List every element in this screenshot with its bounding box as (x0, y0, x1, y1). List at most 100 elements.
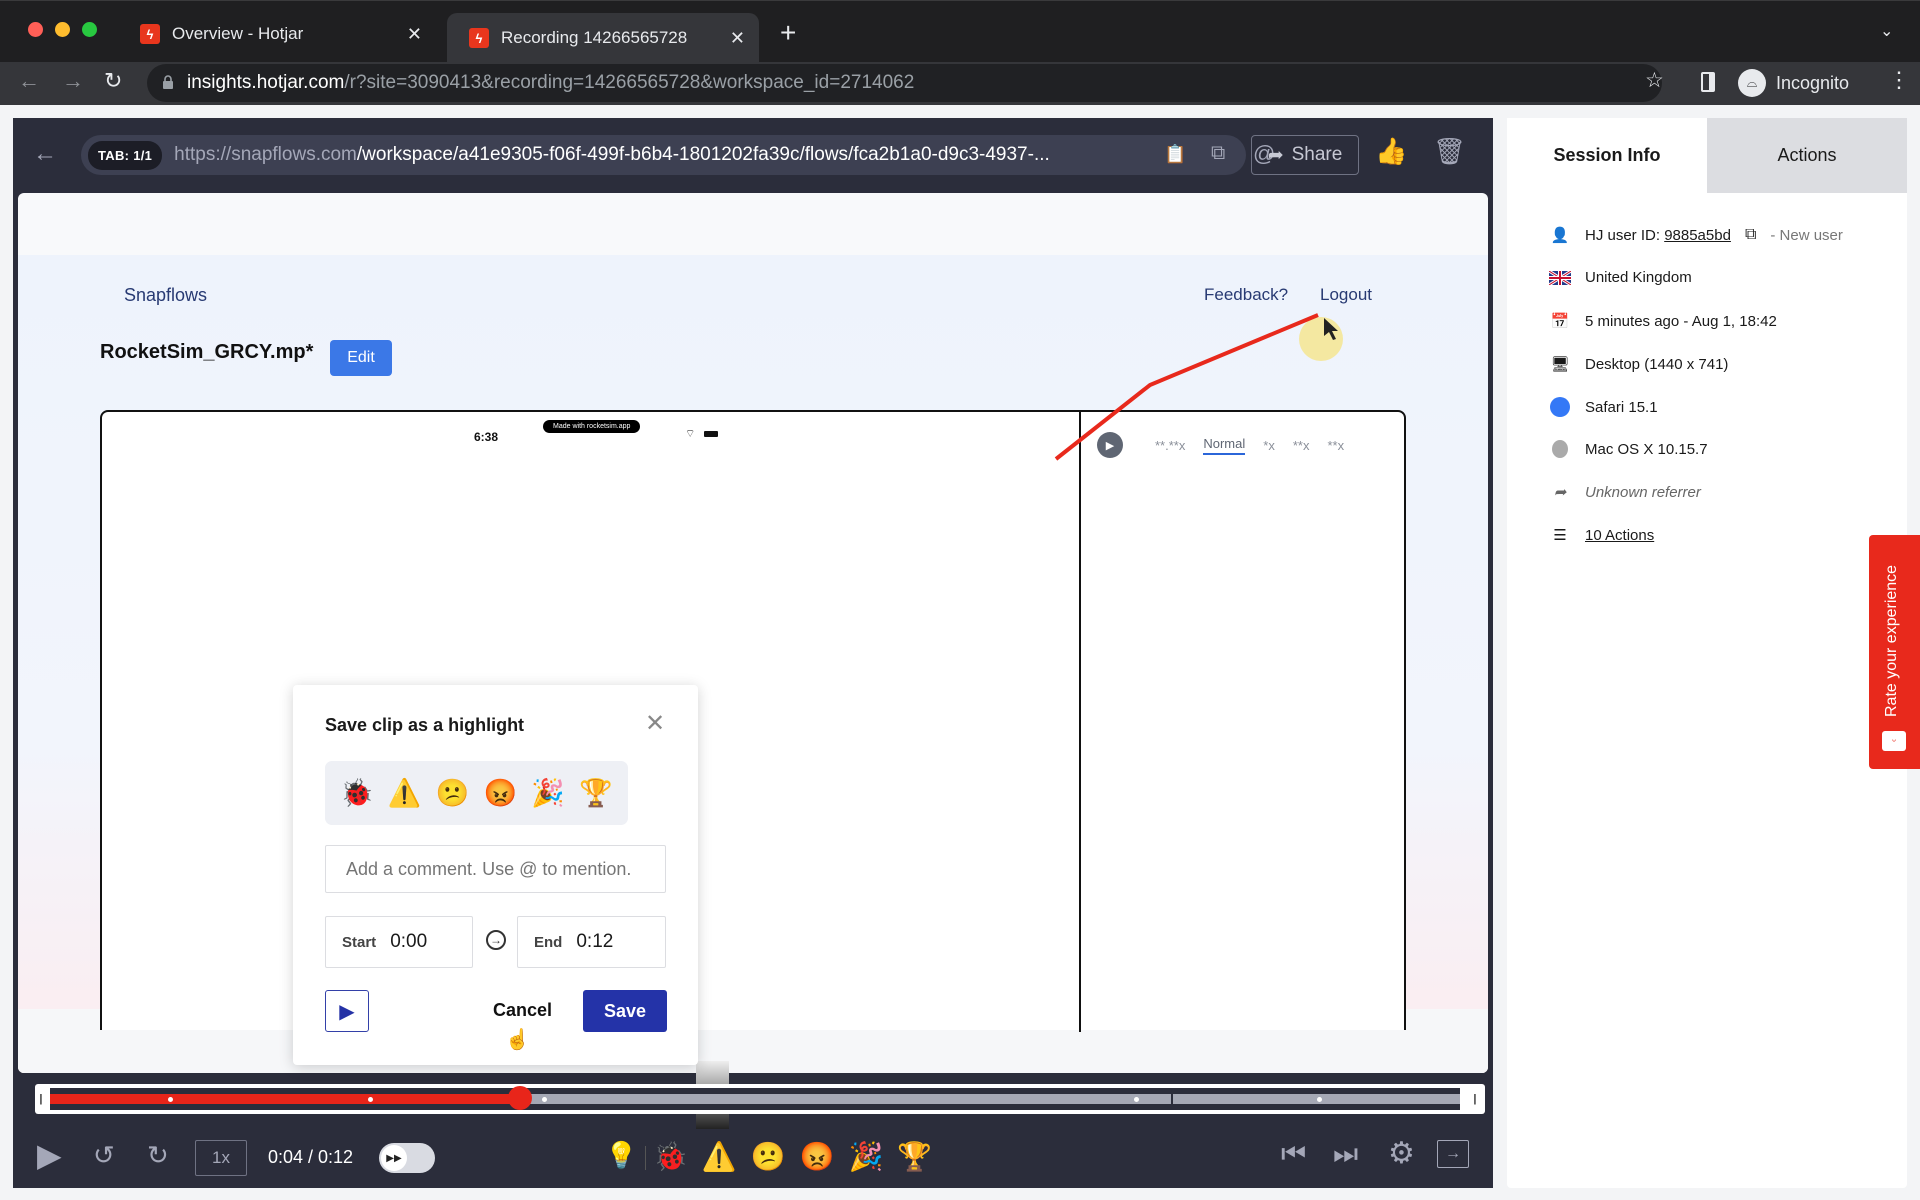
bug-reaction-icon[interactable]: 🐞 (653, 1140, 688, 1173)
forward-10-icon[interactable]: ↻ (147, 1140, 169, 1171)
timecode: 0:04 / 0:12 (268, 1147, 354, 1167)
tab-title: Recording 14266565728 (501, 28, 688, 47)
hand-cursor-icon: ☝ (505, 1029, 530, 1051)
profile-label: Incognito (1776, 72, 1850, 93)
timeline-scrubber[interactable] (507, 1086, 532, 1110)
timeline-event-dot[interactable] (541, 1097, 547, 1102)
desktop-icon: 🖥 (1550, 356, 1570, 373)
previous-recording-icon[interactable]: ⏮ (1281, 1138, 1306, 1171)
warning-reaction-icon[interactable]: ⚠️ (388, 777, 422, 809)
share-button[interactable]: ➦ Share (1251, 135, 1359, 175)
angry-reaction-icon[interactable]: 😡 (800, 1140, 835, 1173)
start-time-field[interactable]: Start 0:00 (325, 916, 473, 968)
maximize-window-button[interactable] (82, 22, 97, 37)
save-button[interactable]: Save (583, 990, 667, 1032)
controls-divider (645, 1146, 646, 1170)
mouse-trail (1054, 313, 1343, 461)
timeline-track-area (50, 1086, 1460, 1110)
recording-player: ← TAB: 1/1 https://snapflows.com/workspa… (13, 118, 1493, 1188)
lightbulb-icon[interactable]: 💡 (605, 1140, 637, 1171)
thumbs-up-down-icon[interactable]: 👍 (1375, 136, 1407, 167)
end-label: End (534, 933, 563, 951)
copy-url-icon[interactable]: 📋 (1164, 144, 1186, 165)
tab-session-info[interactable]: Session Info (1507, 118, 1707, 193)
rate-experience-label: Rate your experience (1883, 564, 1900, 717)
tab-search-chevron-icon[interactable]: ⌄ (1880, 21, 1893, 41)
timeline-end-grip[interactable]: || (1473, 1093, 1476, 1105)
start-value: 0:00 (390, 931, 428, 952)
save-highlight-modal: Save clip as a highlight ✕ 🐞 ⚠️ 😕 😡 🎉 🏆 … (293, 685, 698, 1065)
forward-arrow-icon[interactable]: → (62, 68, 84, 94)
browser-row: Safari 15.1 (1549, 397, 1658, 417)
address-host: insights.hotjar.com (187, 72, 345, 93)
hotjar-favicon-icon: ϟ (140, 24, 160, 44)
incognito-icon: ⌓ (1738, 69, 1766, 97)
bug-reaction-icon[interactable]: 🐞 (340, 777, 374, 809)
confused-reaction-icon[interactable]: 😕 (751, 1140, 786, 1173)
close-window-button[interactable] (28, 22, 43, 37)
timeline-start-grip[interactable]: || (39, 1093, 42, 1105)
user-id-link[interactable]: 9885a5bd (1664, 227, 1731, 244)
preview-play-button[interactable]: ▶ (325, 990, 369, 1032)
confused-reaction-icon[interactable]: 😕 (436, 777, 470, 809)
end-time-field[interactable]: End 0:12 (517, 916, 666, 968)
trophy-reaction-icon[interactable]: 🏆 (897, 1140, 932, 1173)
browser-tab-overview[interactable]: ϟ Overview - Hotjar ✕ (118, 13, 436, 55)
external-link-icon[interactable]: ⧉ (1745, 226, 1756, 244)
rewind-10-icon[interactable]: ↺ (93, 1140, 115, 1171)
side-panel-icon[interactable] (1701, 72, 1715, 92)
close-tab-icon[interactable]: ✕ (407, 24, 422, 45)
cancel-button[interactable]: Cancel (493, 1000, 552, 1021)
settings-gear-icon[interactable]: ⚙ (1388, 1136, 1415, 1171)
share-label: Share (1291, 144, 1343, 165)
collapse-sidebar-icon[interactable]: → (1437, 1140, 1469, 1168)
trash-icon[interactable]: 🗑 (1433, 136, 1466, 167)
referrer: Unknown referrer (1585, 483, 1701, 501)
reload-icon[interactable]: ↻ (104, 68, 122, 94)
back-arrow-icon[interactable]: ← (33, 140, 57, 168)
incognito-profile-button[interactable]: ⌓ Incognito (1738, 66, 1888, 100)
timeline-progress (50, 1094, 520, 1104)
timeline-event-dot[interactable] (167, 1097, 173, 1102)
close-icon[interactable]: ✕ (645, 709, 665, 738)
party-reaction-icon[interactable]: 🎉 (531, 777, 565, 809)
warning-reaction-icon[interactable]: ⚠️ (702, 1140, 737, 1173)
browser-menu-icon[interactable]: ⋮ (1888, 67, 1910, 93)
actions-link[interactable]: 10 Actions (1585, 527, 1654, 544)
party-reaction-icon[interactable]: 🎉 (849, 1140, 884, 1173)
timeline-event-dot[interactable] (1133, 1097, 1139, 1102)
play-icon[interactable]: ▶ (37, 1136, 62, 1174)
tab-actions[interactable]: Actions (1707, 118, 1907, 193)
user-icon: 👤 (1550, 227, 1570, 244)
bookmark-star-icon[interactable]: ☆ (1645, 68, 1664, 93)
skip-inactivity-toggle[interactable]: ▶▶ (379, 1143, 435, 1173)
browser-chrome: ϟ Overview - Hotjar ✕ ϟ Recording 142665… (0, 0, 1920, 105)
end-value: 0:12 (576, 931, 614, 952)
session-info-panel: Session Info Actions 👤 HJ user ID: 9885a… (1507, 118, 1907, 1188)
browser-tab-recording[interactable]: ϟ Recording 14266565728 ✕ (447, 13, 759, 63)
playback-speed-button[interactable]: 1x (195, 1140, 247, 1176)
next-recording-icon[interactable]: ⏭ (1333, 1138, 1358, 1171)
address-bar[interactable]: insights.hotjar.com/r?site=3090413&recor… (147, 64, 1662, 102)
rate-experience-button[interactable]: Rate your experience ᵕ (1869, 535, 1920, 769)
close-tab-icon[interactable]: ✕ (730, 28, 745, 49)
open-external-icon[interactable]: ⧉ (1211, 142, 1225, 165)
minimize-window-button[interactable] (55, 22, 70, 37)
back-arrow-icon[interactable]: ← (18, 68, 40, 94)
time-row: 📅 5 minutes ago - Aug 1, 18:42 (1549, 312, 1777, 331)
user-id-label: HJ user ID: (1585, 226, 1665, 244)
new-tab-icon[interactable]: + (780, 17, 796, 49)
fast-forward-icon: ▶▶ (381, 1145, 407, 1171)
angry-reaction-icon[interactable]: 😡 (484, 777, 518, 809)
apple-icon (1549, 440, 1571, 458)
trophy-reaction-icon[interactable]: 🏆 (579, 777, 613, 809)
comment-input[interactable] (325, 845, 666, 893)
timeline-event-dot[interactable] (1317, 1097, 1322, 1102)
timeline[interactable]: || || (35, 1084, 1485, 1114)
calendar-icon: 📅 (1550, 313, 1570, 330)
country-row: United Kingdom (1549, 269, 1692, 286)
user-id-row: 👤 HJ user ID: 9885a5bd ⧉ - New user (1549, 226, 1843, 244)
tab-count-badge: TAB: 1/1 (88, 140, 163, 170)
user-status: - New user (1770, 226, 1843, 244)
tab-strip: ϟ Overview - Hotjar ✕ ϟ Recording 142665… (0, 0, 1920, 63)
